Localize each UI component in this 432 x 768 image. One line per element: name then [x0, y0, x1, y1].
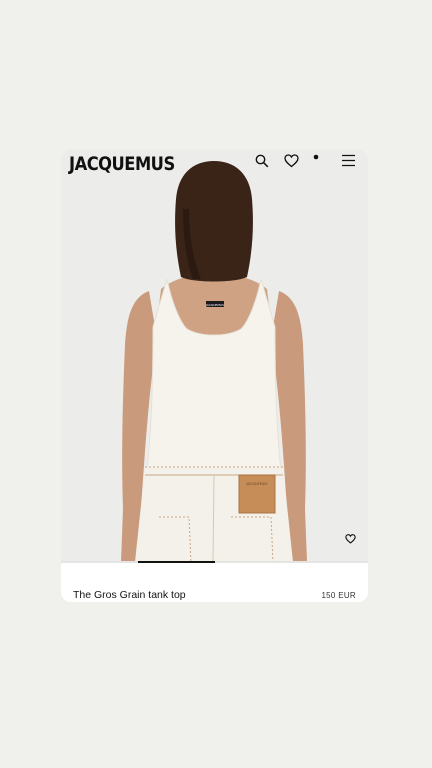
model-illustration: JACQUEMUS JACQUEMUS	[121, 161, 307, 562]
tank-label-text: JACQUEMUS	[205, 303, 224, 307]
leather-patch-text: JACQUEMUS	[245, 482, 268, 486]
app-header: JACQUEMUS	[61, 149, 368, 179]
product-info[interactable]: The Gros Grain tank top 150 EUR	[61, 563, 368, 602]
leather-patch	[238, 474, 276, 514]
product-name[interactable]: The Gros Grain tank top	[73, 589, 186, 601]
add-to-wishlist-icon[interactable]	[345, 534, 359, 548]
product-card[interactable]: JACQUEMUS JACQUEMUS JACQUEMUS The Gros G…	[61, 149, 368, 602]
brand-logo[interactable]: JACQUEMUS	[69, 153, 175, 175]
search-icon[interactable]	[255, 154, 273, 172]
heart-icon[interactable]	[284, 154, 302, 172]
product-photo[interactable]: JACQUEMUS JACQUEMUS JACQUEMUS	[61, 149, 368, 562]
dot-icon[interactable]	[313, 154, 331, 172]
product-price: 150 EUR	[321, 591, 356, 600]
menu-icon[interactable]	[341, 154, 359, 172]
